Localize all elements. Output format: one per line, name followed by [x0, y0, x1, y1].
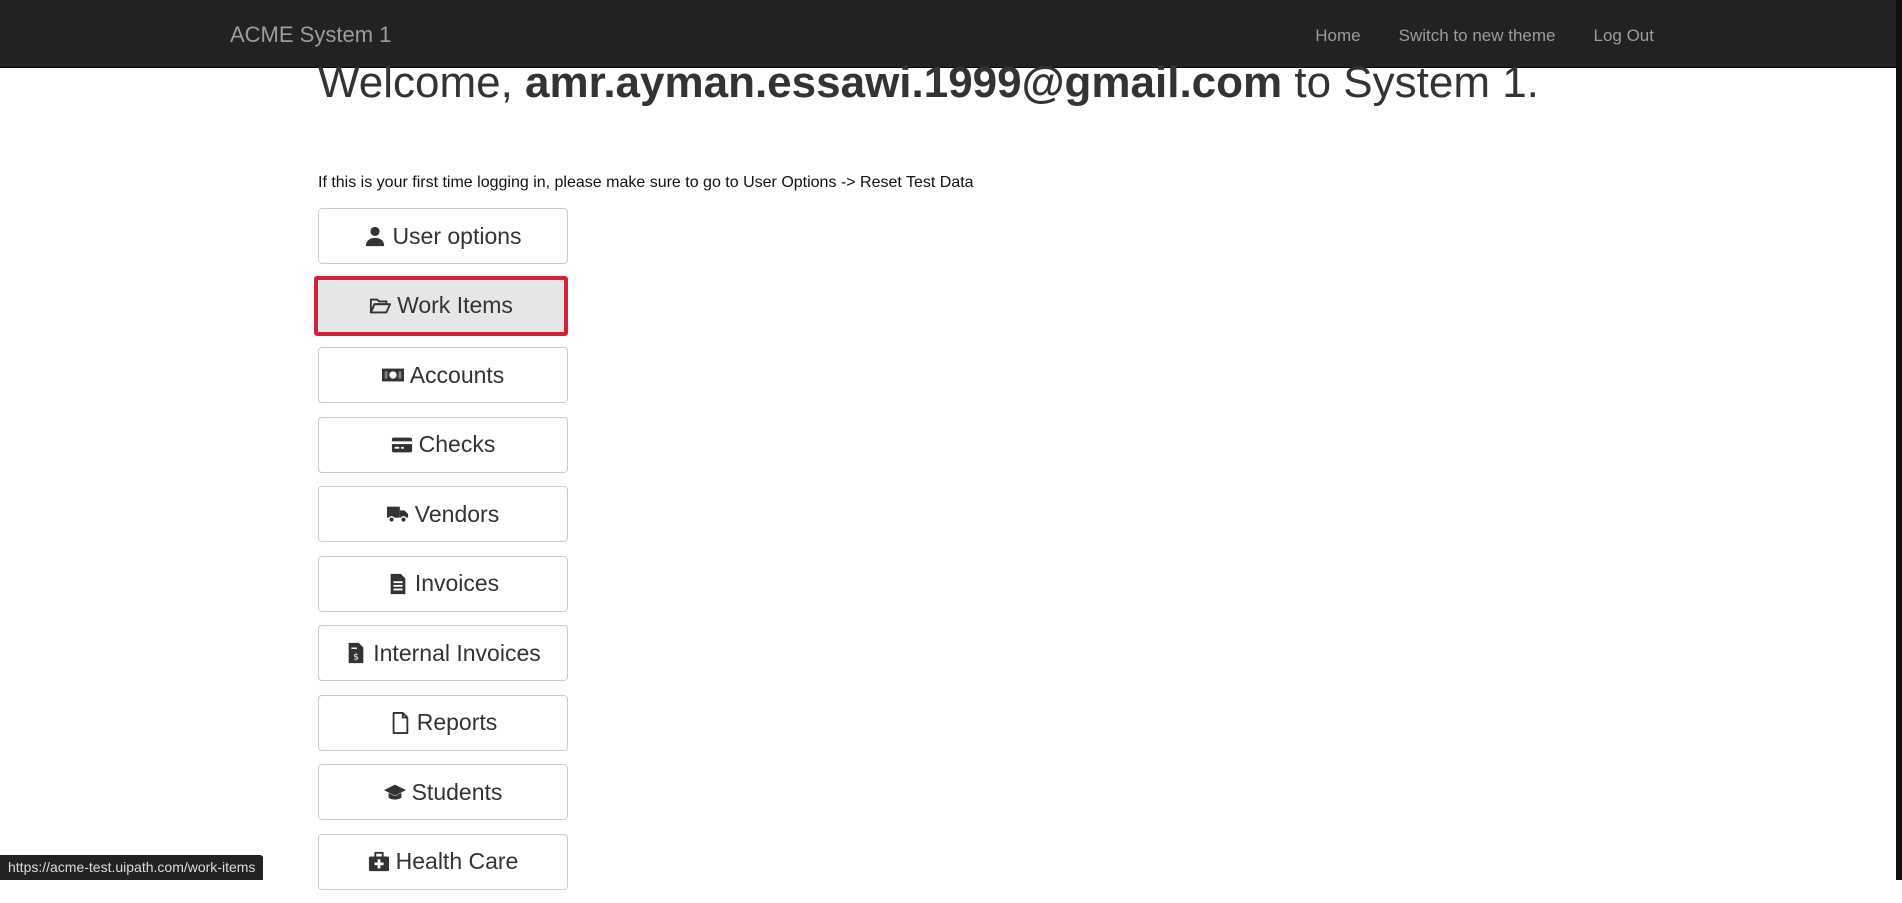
credit-card-icon	[391, 434, 413, 456]
students-button[interactable]: Students	[318, 764, 568, 820]
menu-label: Work Items	[397, 292, 513, 318]
menu-label: Reports	[416, 709, 498, 735]
nav-switch-theme-link[interactable]: Switch to new theme	[1399, 26, 1556, 46]
nav-logout-link[interactable]: Log Out	[1594, 26, 1655, 46]
vendors-button[interactable]: Vendors	[318, 486, 568, 542]
nav-links: Home Switch to new theme Log Out	[1315, 26, 1654, 46]
menu-label: Checks	[418, 431, 496, 457]
health-care-button[interactable]: Health Care	[318, 833, 568, 890]
browser-status-url: https://acme-test.uipath.com/work-items	[0, 855, 264, 880]
work-items-button[interactable]: Work Items	[314, 275, 568, 336]
menu-label: Health Care	[395, 848, 519, 874]
nav-home-link[interactable]: Home	[1315, 26, 1360, 46]
invoices-button[interactable]: Invoices	[318, 555, 568, 612]
user-icon	[364, 225, 386, 247]
welcome-prefix: Welcome,	[318, 58, 526, 107]
welcome-suffix: to System 1.	[1282, 58, 1539, 107]
welcome-heading: Welcome, amr.ayman.essawi.1999@gmail.com…	[318, 56, 1578, 109]
file-invoice-dollar-icon: $	[345, 642, 367, 664]
money-icon	[381, 364, 404, 386]
reports-button[interactable]: Reports	[318, 694, 568, 751]
user-options-button[interactable]: User options	[318, 208, 568, 264]
main-menu: User options Work Items Accounts Checks …	[314, 208, 568, 903]
file-icon	[389, 711, 411, 734]
graduation-cap-icon	[383, 781, 406, 803]
page-scrollbar[interactable]	[1896, 0, 1902, 880]
brand-link[interactable]: ACME System 1	[230, 22, 391, 48]
truck-icon	[386, 503, 409, 525]
folder-open-icon	[369, 295, 392, 317]
medkit-icon	[368, 851, 390, 873]
menu-label: Invoices	[414, 570, 500, 596]
svg-text:$: $	[353, 651, 359, 662]
accounts-button[interactable]: Accounts	[318, 347, 568, 403]
menu-label: Vendors	[414, 500, 500, 527]
menu-label: Students	[411, 778, 503, 805]
menu-label: Internal Invoices	[373, 639, 541, 666]
checks-button[interactable]: Checks	[318, 416, 568, 473]
file-text-icon	[387, 573, 409, 595]
internal-invoices-button[interactable]: $ Internal Invoices	[318, 625, 568, 681]
first-login-hint: If this is your first time logging in, p…	[318, 174, 974, 191]
welcome-email: amr.ayman.essawi.1999@gmail.com	[525, 58, 1283, 107]
menu-label: Accounts	[409, 361, 505, 388]
menu-label: User options	[392, 222, 522, 249]
